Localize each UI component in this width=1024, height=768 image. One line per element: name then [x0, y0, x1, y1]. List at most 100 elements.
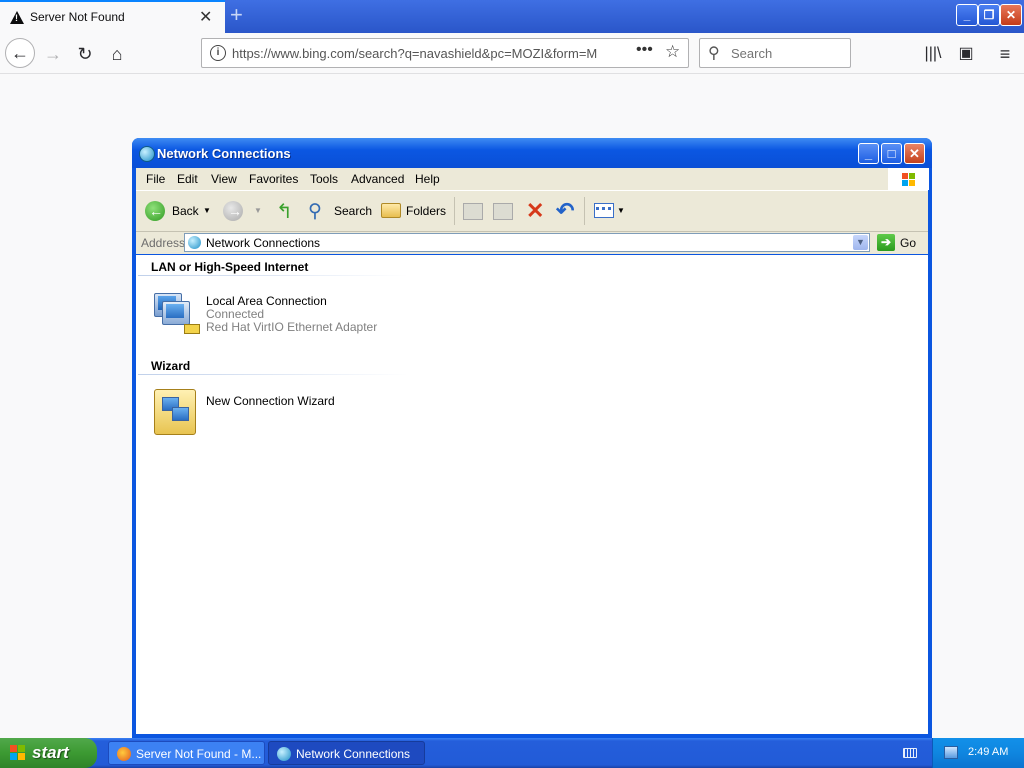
forward-button[interactable]: → ▼ — [223, 191, 263, 231]
firefox-icon — [117, 747, 131, 761]
views-button[interactable]: ▼ — [592, 191, 628, 231]
browser-tab[interactable]: Server Not Found ✕ — [0, 0, 225, 33]
bookmark-star-icon[interactable]: ☆ — [665, 42, 680, 62]
menu-bar: File Edit View Favorites Tools Advanced … — [136, 168, 929, 191]
warning-icon — [10, 11, 24, 24]
up-folder-icon: ↰ — [276, 201, 293, 223]
back-arrow-icon[interactable]: ← — [5, 38, 35, 68]
folder-icon — [381, 203, 401, 218]
views-icon — [594, 203, 614, 218]
tab-title: Server Not Found — [30, 10, 125, 24]
home-icon[interactable]: ⌂ — [104, 41, 130, 67]
wizard-icon — [154, 389, 198, 435]
windows-flag-icon — [10, 745, 26, 761]
address-dropdown-icon[interactable]: ▼ — [853, 235, 868, 250]
taskbar-item-network-connections[interactable]: Network Connections — [268, 741, 425, 765]
connection-device: Red Hat VirtIO Ethernet Adapter — [206, 320, 378, 334]
toolbar-separator — [584, 197, 585, 225]
window-maximize-button[interactable]: □ — [881, 143, 902, 164]
browser-tab-strip: Server Not Found ✕ + _ ❐ ✕ — [0, 0, 1024, 33]
standard-toolbar: ← Back ▼ → ▼ ↰ ⚲ Search Folders ✕ ↶ ▼ — [136, 191, 928, 232]
close-button[interactable]: ✕ — [1000, 4, 1022, 26]
hamburger-menu-icon[interactable]: ≡ — [992, 41, 1018, 67]
up-folder-button[interactable]: ↰ — [273, 191, 297, 231]
start-label: start — [32, 743, 69, 762]
address-input[interactable]: Network Connections ▼ — [184, 233, 870, 252]
menu-favorites[interactable]: Favorites — [249, 172, 298, 186]
start-button[interactable]: start — [0, 738, 97, 768]
keyboard-icon[interactable] — [903, 748, 917, 758]
minimize-button[interactable]: _ — [956, 4, 978, 26]
network-globe-icon — [188, 236, 201, 249]
clock: 2:49 AM — [968, 746, 1009, 758]
search-label: Search — [334, 204, 373, 218]
search-input[interactable]: ⚲ Search — [699, 38, 851, 68]
group-divider — [138, 275, 408, 276]
page-actions-icon[interactable]: ••• — [636, 41, 653, 59]
wizard-name: New Connection Wizard — [206, 394, 335, 408]
network-connections-window: Network Connections _ □ ✕ File Edit View… — [132, 138, 932, 738]
go-arrow-icon[interactable]: ➔ — [877, 234, 895, 251]
move-to-button[interactable] — [461, 191, 485, 231]
menu-file[interactable]: File — [146, 172, 165, 186]
forward-dropdown-icon[interactable]: ▼ — [254, 191, 262, 231]
system-tray: 2:49 AM — [932, 738, 1024, 768]
network-globe-icon — [277, 747, 291, 761]
delete-x-icon: ✕ — [526, 198, 545, 223]
window-minimize-button[interactable]: _ — [858, 143, 879, 164]
search-placeholder: Search — [731, 46, 773, 61]
browser-navigation-bar: ← → ↻ ⌂ i https://www.bing.com/search?q=… — [0, 33, 1024, 74]
reload-icon[interactable]: ↻ — [72, 41, 98, 67]
address-bar: Address Network Connections ▼ ➔ Go — [136, 232, 928, 254]
connection-status: Connected — [206, 307, 265, 321]
forward-arrow-icon[interactable]: → — [40, 41, 66, 67]
new-tab-button[interactable]: + — [230, 3, 243, 27]
taskbar-item-firefox[interactable]: Server Not Found - M... — [108, 741, 265, 765]
site-info-icon[interactable]: i — [210, 45, 226, 61]
delete-button[interactable]: ✕ — [524, 191, 548, 231]
url-bar[interactable]: i https://www.bing.com/search?q=navashie… — [201, 38, 689, 68]
address-value[interactable]: Network Connections — [206, 236, 320, 250]
window-close-button[interactable]: ✕ — [904, 143, 925, 164]
network-computer-icon — [154, 291, 202, 339]
new-connection-wizard-item[interactable]: New Connection Wizard — [136, 385, 416, 441]
network-globe-icon — [139, 146, 155, 162]
taskbar-item-label: Server Not Found - M... — [136, 747, 262, 761]
network-tray-icon[interactable] — [944, 746, 958, 759]
window-title-bar[interactable]: Network Connections _ □ ✕ — [132, 138, 932, 168]
address-label: Address — [141, 236, 186, 250]
library-icon[interactable]: |||\ — [920, 41, 946, 67]
group-divider — [138, 374, 408, 375]
copy-to-button[interactable] — [491, 191, 515, 231]
folders-button[interactable]: Folders — [379, 191, 451, 231]
back-dropdown-icon[interactable]: ▼ — [203, 191, 211, 231]
back-label: Back — [172, 204, 199, 218]
menu-help[interactable]: Help — [415, 172, 440, 186]
local-area-connection-item[interactable]: Local Area Connection Connected Red Hat … — [136, 285, 416, 341]
search-button[interactable]: ⚲ Search — [306, 191, 372, 231]
connections-pane: LAN or High-Speed Internet Local Area Co… — [136, 255, 928, 734]
menu-view[interactable]: View — [211, 172, 237, 186]
taskbar: start Server Not Found - M... Network Co… — [0, 738, 1024, 768]
taskbar-item-label: Network Connections — [296, 747, 411, 761]
tab-close-icon[interactable]: ✕ — [199, 7, 212, 27]
undo-icon: ↶ — [556, 198, 575, 223]
menu-tools[interactable]: Tools — [310, 172, 338, 186]
search-icon: ⚲ — [708, 45, 720, 62]
toolbar-separator — [454, 197, 455, 225]
menu-edit[interactable]: Edit — [177, 172, 198, 186]
back-button[interactable]: ← Back ▼ — [145, 191, 215, 231]
menu-advanced[interactable]: Advanced — [351, 172, 404, 186]
forward-arrow-glyph: → — [228, 203, 242, 219]
copy-to-icon — [493, 203, 513, 220]
magnifier-icon: ⚲ — [308, 201, 322, 222]
go-button[interactable]: Go — [900, 236, 916, 250]
sidebar-icon[interactable]: ▣ — [953, 41, 979, 67]
window-title: Network Connections — [157, 146, 291, 161]
group-header-wizard: Wizard — [151, 359, 191, 373]
group-header-lan: LAN or High-Speed Internet — [151, 260, 309, 274]
undo-button[interactable]: ↶ — [554, 191, 578, 231]
url-text[interactable]: https://www.bing.com/search?q=navashield… — [232, 46, 632, 61]
folders-label: Folders — [406, 204, 447, 218]
restore-button[interactable]: ❐ — [978, 4, 1000, 26]
